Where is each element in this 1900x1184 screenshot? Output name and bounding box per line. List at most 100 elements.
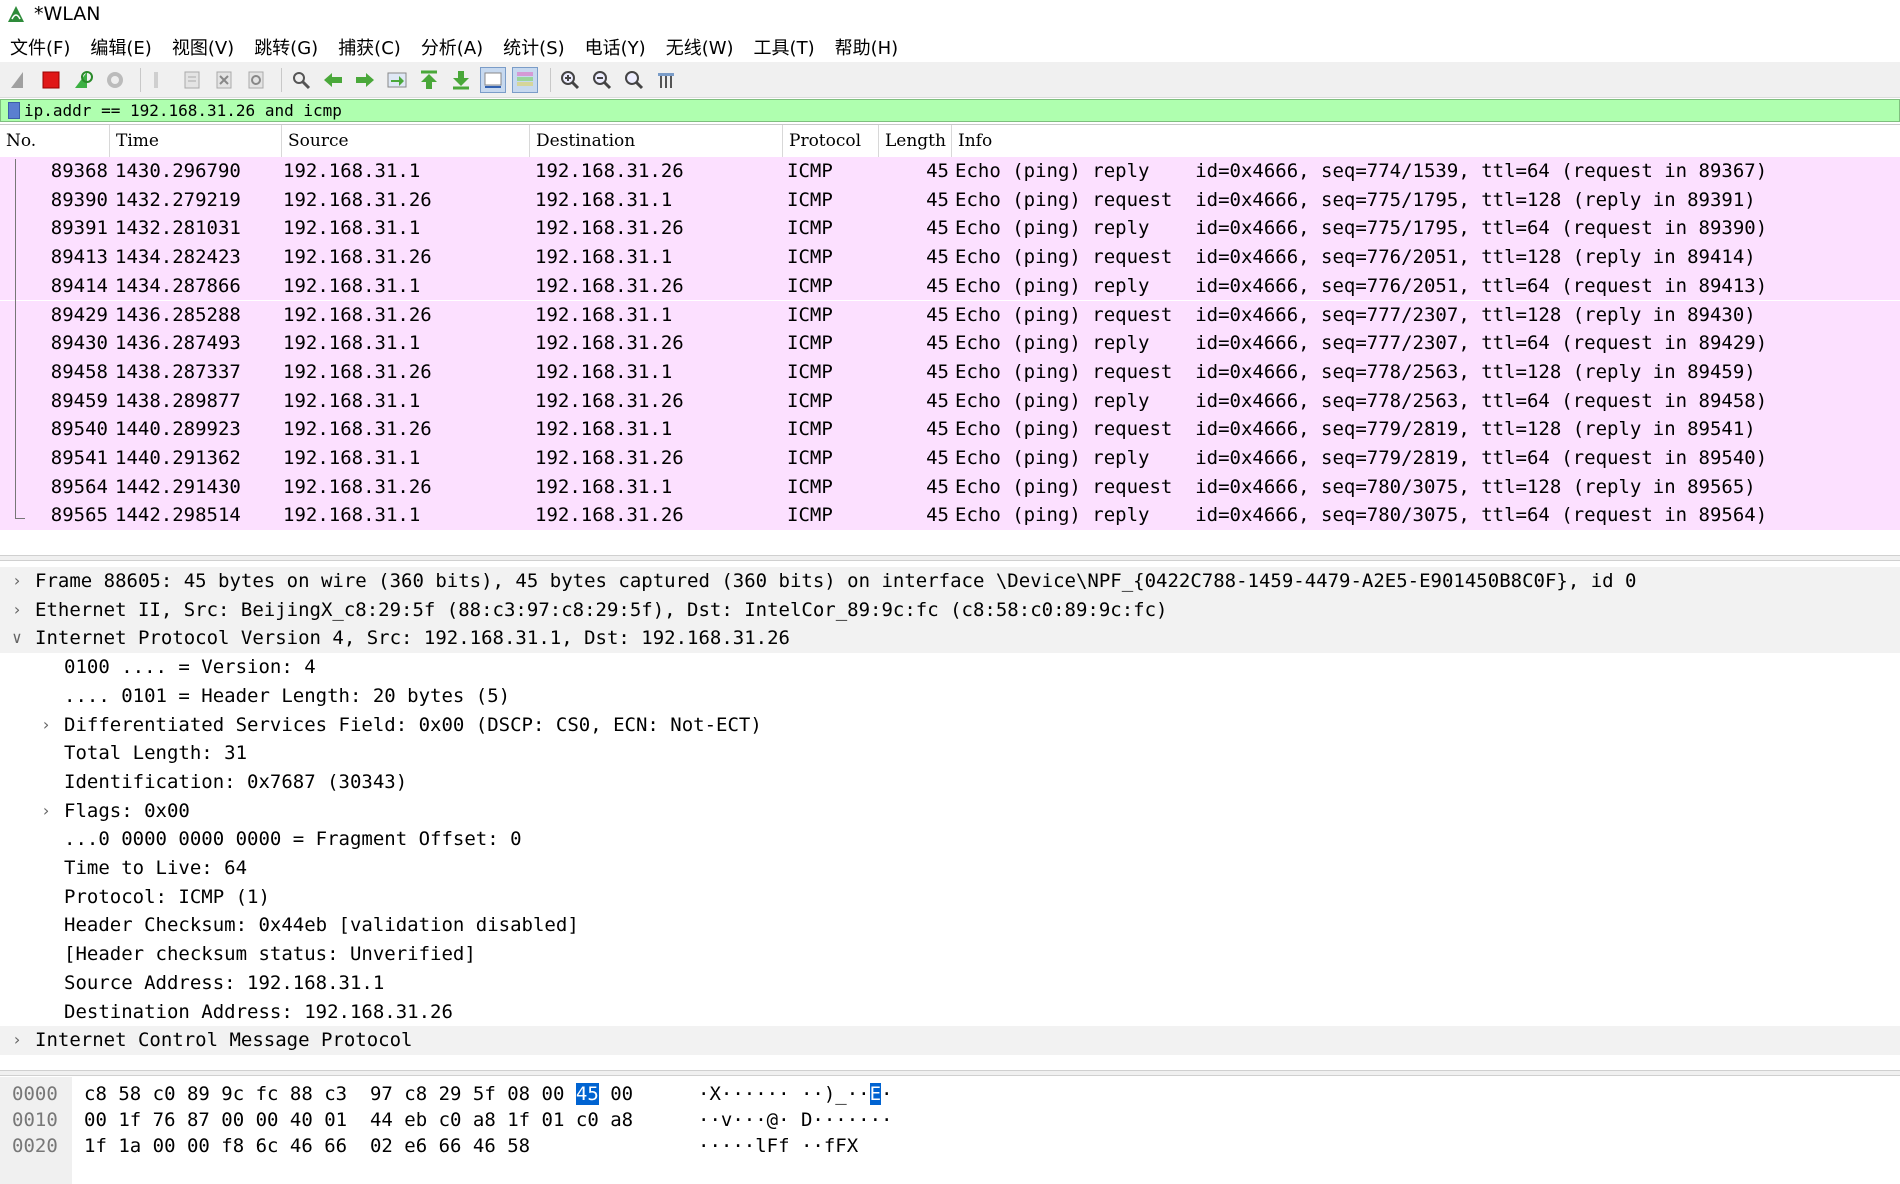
- packet-row[interactable]: 89565 1442.298514 192.168.31.1 192.168.31.2…: [0, 501, 1900, 531]
- go-forward-icon[interactable]: [352, 67, 378, 93]
- zoom-normal-icon[interactable]: [621, 67, 647, 93]
- go-last-icon[interactable]: [448, 67, 474, 93]
- packet-list-header: No. Time Source Destination Protocol Len…: [0, 125, 1900, 158]
- toolbar-separator: [550, 67, 551, 92]
- packet-row[interactable]: 89390 1432.279219 192.168.31.26 192.168.31.…: [0, 185, 1900, 215]
- detail-tree-item[interactable]: Header Checksum: 0x44eb [validation disa…: [0, 911, 1900, 940]
- packet-row[interactable]: 89368 1430.296790 192.168.31.1 192.168.31.2…: [0, 157, 1900, 186]
- menu-item[interactable]: 统计(S): [493, 34, 574, 60]
- cell-length: 45: [926, 246, 949, 269]
- ascii-bytes[interactable]: ·····lFf ··fFX: [698, 1133, 858, 1159]
- hex-bytes[interactable]: 1f 1a 00 00 f8 6c 46 66 02 e6 66 46 58: [84, 1133, 530, 1159]
- cell-time: 1432.281031: [115, 217, 241, 240]
- detail-tree-item[interactable]: 0100 .... = Version: 4: [0, 653, 1900, 682]
- go-first-icon[interactable]: [416, 67, 442, 93]
- shark-fin-start-icon[interactable]: [6, 67, 32, 93]
- chevron-right-icon[interactable]: ›: [39, 797, 53, 826]
- menu-item[interactable]: 跳转(G): [244, 34, 328, 60]
- detail-tree-item[interactable]: › Flags: 0x00: [0, 797, 1900, 826]
- menu-item[interactable]: 编辑(E): [80, 34, 161, 60]
- cell-time: 1438.287337: [115, 360, 241, 383]
- hex-bytes[interactable]: c8 58 c0 89 9c fc 88 c3 97 c8 29 5f 08 0…: [84, 1081, 633, 1107]
- detail-tree-item[interactable]: › Ethernet II, Src: BeijingX_c8:29:5f (88…: [0, 595, 1900, 625]
- column-header-no[interactable]: No.: [0, 125, 110, 157]
- cell-protocol: ICMP: [787, 475, 833, 498]
- stop-capture-icon[interactable]: [38, 67, 64, 93]
- ascii-bytes[interactable]: ··v···@· D·······: [698, 1107, 892, 1133]
- detail-tree-item[interactable]: Identification: 0x7687 (30343): [0, 768, 1900, 797]
- detail-tree-item[interactable]: Total Length: 31: [0, 739, 1900, 768]
- chevron-right-icon[interactable]: ›: [10, 567, 24, 596]
- restart-capture-icon[interactable]: [70, 67, 96, 93]
- related-packet-line-end: [15, 518, 25, 520]
- menu-item[interactable]: 无线(W): [656, 34, 744, 60]
- detail-tree-item[interactable]: Source Address: 192.168.31.1: [0, 969, 1900, 998]
- packet-row[interactable]: 89459 1438.289877 192.168.31.1 192.168.31.2…: [0, 386, 1900, 416]
- detail-tree-item[interactable]: › Differentiated Services Field: 0x00 (DS…: [0, 711, 1900, 740]
- menu-item[interactable]: 电话(Y): [575, 34, 656, 60]
- ascii-text: ··v···@· D·······: [698, 1109, 893, 1131]
- detail-text: 0100 .... = Version: 4: [64, 656, 316, 679]
- packet-row[interactable]: 89458 1438.287337 192.168.31.26 192.168.31.…: [0, 357, 1900, 387]
- ascii-bytes[interactable]: ·X······ ··)_··E·: [698, 1081, 893, 1107]
- pane-splitter[interactable]: [0, 1070, 1900, 1076]
- detail-tree-item[interactable]: › Internet Control Message Protocol: [0, 1026, 1900, 1055]
- column-header-source[interactable]: Source: [282, 125, 530, 157]
- detail-tree-item[interactable]: Destination Address: 192.168.31.26: [0, 998, 1900, 1027]
- chevron-right-icon[interactable]: ›: [39, 711, 53, 740]
- close-file-icon[interactable]: [211, 67, 237, 93]
- zoom-out-icon[interactable]: [589, 67, 615, 93]
- detail-tree-item[interactable]: .... 0101 = Header Length: 20 bytes (5): [0, 682, 1900, 711]
- packet-row[interactable]: 89541 1440.291362 192.168.31.1 192.168.31.2…: [0, 444, 1900, 473]
- column-header-info[interactable]: Info: [952, 125, 1900, 157]
- menu-item[interactable]: 工具(T): [744, 34, 825, 60]
- packet-row[interactable]: 89414 1434.287866 192.168.31.1 192.168.31.2…: [0, 271, 1900, 301]
- go-back-icon[interactable]: [320, 67, 346, 93]
- chevron-right-icon[interactable]: ›: [10, 1026, 24, 1055]
- packet-row[interactable]: 89413 1434.282423 192.168.31.26 192.168.31.…: [0, 243, 1900, 272]
- colorize-icon[interactable]: [512, 66, 538, 93]
- detail-tree-item[interactable]: [Header checksum status: Unverified]: [0, 940, 1900, 969]
- detail-text: [Header checksum status: Unverified]: [64, 943, 476, 966]
- hex-text: 00 1f 76 87 00 00 40 01 44 eb c0 a8 1f 0…: [84, 1109, 634, 1131]
- menu-item[interactable]: 捕获(C): [328, 34, 411, 60]
- column-header-length[interactable]: Length: [879, 125, 952, 157]
- packet-bytes-pane: 0000 c8 58 c0 89 9c fc 88 c3 97 c8 29 5f …: [0, 1077, 1900, 1184]
- menu-item[interactable]: 文件(F): [0, 34, 80, 60]
- packet-row[interactable]: 89429 1436.285288 192.168.31.26 192.168.31.…: [0, 300, 1900, 330]
- column-header-time[interactable]: Time: [110, 125, 282, 157]
- auto-scroll-icon[interactable]: [480, 66, 506, 93]
- bookmark-icon[interactable]: [8, 102, 20, 119]
- packet-row[interactable]: 89430 1436.287493 192.168.31.1 192.168.31.2…: [0, 329, 1900, 358]
- resize-columns-icon[interactable]: [653, 67, 679, 93]
- hex-bytes[interactable]: 00 1f 76 87 00 00 40 01 44 eb c0 a8 1f 0…: [84, 1107, 633, 1133]
- go-to-packet-icon[interactable]: [384, 67, 410, 93]
- chevron-down-icon[interactable]: ∨: [10, 624, 24, 653]
- chevron-right-icon[interactable]: ›: [10, 596, 24, 625]
- open-file-icon[interactable]: [147, 67, 173, 93]
- column-header-protocol[interactable]: Protocol: [783, 125, 879, 157]
- save-file-icon[interactable]: [179, 67, 205, 93]
- detail-tree-item[interactable]: › Frame 88605: 45 bytes on wire (360 bits…: [0, 567, 1900, 596]
- menu-item[interactable]: 分析(A): [411, 34, 493, 60]
- detail-tree-item[interactable]: ...0 0000 0000 0000 = Fragment Offset: 0: [0, 825, 1900, 854]
- ascii-text: ·····lFf ··fFX: [698, 1135, 859, 1157]
- menu-item[interactable]: 视图(V): [162, 34, 244, 60]
- column-header-destination[interactable]: Destination: [530, 125, 783, 157]
- cell-destination: 192.168.31.1: [535, 360, 673, 383]
- cell-time: 1430.296790: [115, 160, 241, 182]
- packet-row[interactable]: 89391 1432.281031 192.168.31.1 192.168.31.2…: [0, 214, 1900, 244]
- display-filter-input[interactable]: [24, 101, 1824, 120]
- selected-ascii-char: E: [869, 1083, 882, 1105]
- find-packet-icon[interactable]: [288, 67, 314, 93]
- detail-tree-item[interactable]: Time to Live: 64: [0, 854, 1900, 883]
- menu-item[interactable]: 帮助(H): [825, 34, 909, 60]
- packet-row[interactable]: 89540 1440.289923 192.168.31.26 192.168.31.…: [0, 415, 1900, 444]
- pane-splitter[interactable]: [0, 555, 1900, 561]
- packet-row[interactable]: 89564 1442.291430 192.168.31.26 192.168.31.…: [0, 472, 1900, 502]
- detail-tree-item[interactable]: Protocol: ICMP (1): [0, 883, 1900, 912]
- capture-options-icon[interactable]: [102, 67, 128, 93]
- zoom-in-icon[interactable]: [557, 67, 583, 93]
- reload-file-icon[interactable]: [243, 67, 269, 93]
- detail-tree-item[interactable]: ∨ Internet Protocol Version 4, Src: 192.1…: [0, 624, 1900, 654]
